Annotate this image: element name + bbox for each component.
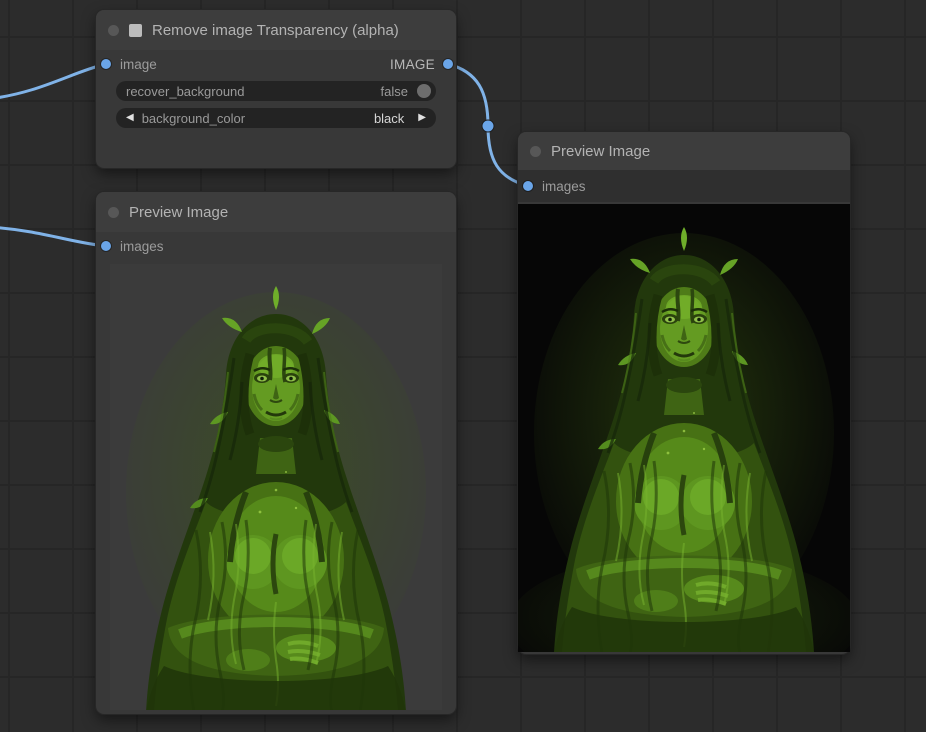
link-into-image-input <box>0 64 106 99</box>
output-port-image[interactable] <box>443 59 453 69</box>
widget-label: background_color <box>142 111 245 126</box>
link-image-output-to-preview <box>448 64 528 186</box>
collapse-dot-icon[interactable] <box>108 207 119 218</box>
reroute-dot[interactable] <box>482 120 494 132</box>
input-label: images <box>542 179 586 194</box>
node-title: Preview Image <box>129 204 228 221</box>
node-header[interactable]: Remove image Transparency (alpha) <box>96 10 456 50</box>
widget-value: black <box>374 111 404 126</box>
node-header[interactable]: Preview Image <box>518 132 850 170</box>
io-row: images <box>96 232 456 260</box>
node-mode-icon <box>129 24 142 37</box>
widget-label: recover_background <box>126 84 245 99</box>
node-title: Remove image Transparency (alpha) <box>152 22 399 39</box>
node-title: Preview Image <box>551 143 650 160</box>
node-header[interactable]: Preview Image <box>96 192 456 232</box>
io-row: image IMAGE <box>96 50 456 78</box>
collapse-dot-icon[interactable] <box>530 146 541 157</box>
link-into-images-input-left <box>0 227 106 246</box>
preview-image[interactable] <box>518 204 850 652</box>
node-canvas[interactable]: Remove image Transparency (alpha) image … <box>0 0 926 732</box>
combo-prev-icon[interactable]: ◀ <box>126 113 134 123</box>
io-row: images <box>518 170 850 202</box>
widget-value: false <box>381 84 408 99</box>
widget-recover-background[interactable]: recover_background false <box>116 81 436 101</box>
input-port-image[interactable] <box>101 59 111 69</box>
combo-next-icon[interactable]: ▶ <box>418 113 426 123</box>
preview-image-figure <box>110 264 442 710</box>
toggle-knob-icon[interactable] <box>417 84 431 98</box>
node-remove-transparency[interactable]: Remove image Transparency (alpha) image … <box>96 10 456 168</box>
input-port-images[interactable] <box>101 241 111 251</box>
collapse-dot-icon[interactable] <box>108 25 119 36</box>
input-label: image <box>120 57 157 72</box>
preview-image[interactable] <box>110 264 442 710</box>
input-port-images[interactable] <box>523 181 533 191</box>
input-label: images <box>120 239 164 254</box>
preview-image-figure <box>518 204 850 652</box>
node-preview-image-left[interactable]: Preview Image images <box>96 192 456 714</box>
output-label: IMAGE <box>390 57 435 72</box>
node-preview-image-right[interactable]: Preview Image images <box>518 132 850 654</box>
widget-background-color[interactable]: ◀ background_color black ▶ <box>116 108 436 128</box>
